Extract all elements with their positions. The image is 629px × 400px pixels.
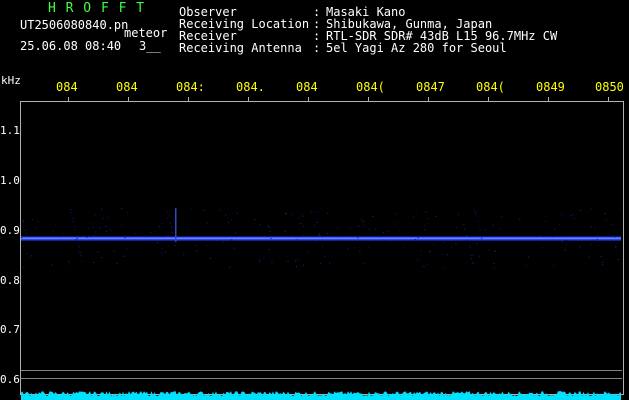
noise-level-strip bbox=[21, 391, 621, 400]
time-tick-mark bbox=[128, 97, 129, 101]
time-tick-mark bbox=[548, 97, 549, 101]
meteor-echo-mark bbox=[175, 208, 177, 243]
time-tick-mark bbox=[68, 97, 69, 101]
spectrogram-plot bbox=[21, 97, 622, 400]
time-tick-mark bbox=[368, 97, 369, 101]
time-tick-mark bbox=[248, 97, 249, 101]
time-tick-mark bbox=[488, 97, 489, 101]
carrier-signal-core bbox=[21, 237, 621, 240]
time-tick-mark bbox=[308, 97, 309, 101]
time-tick-mark bbox=[428, 97, 429, 101]
time-tick-mark bbox=[188, 97, 189, 101]
time-tick-mark bbox=[608, 97, 609, 101]
